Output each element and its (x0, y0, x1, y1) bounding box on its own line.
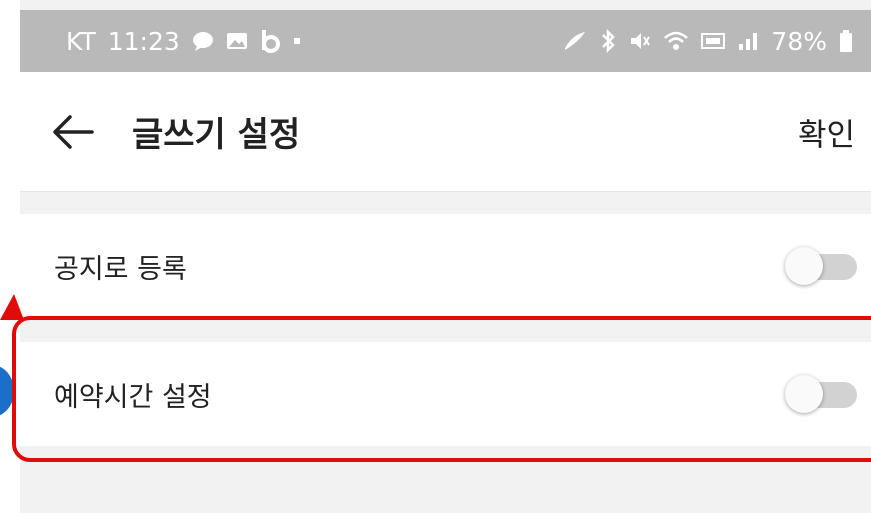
toggle-knob (785, 375, 823, 413)
gallery-icon (226, 31, 248, 51)
carrier-label: KT (66, 26, 96, 56)
setting-label-notice: 공지로 등록 (54, 253, 187, 285)
confirm-button[interactable]: 확인 (798, 109, 855, 154)
nfc-icon (563, 30, 587, 52)
setting-row-schedule[interactable]: 예약시간 설정 (20, 342, 871, 446)
dot-icon (292, 36, 302, 46)
battery-icon (839, 29, 853, 53)
setting-label-schedule: 예약시간 설정 (54, 381, 212, 413)
battery-percent: 78% (771, 26, 827, 56)
schedule-toggle[interactable] (785, 374, 857, 414)
signal-icon (737, 30, 759, 52)
wifi-icon (663, 30, 689, 52)
annotation-arrow (0, 294, 24, 320)
mute-icon (629, 30, 651, 52)
app-header: 글쓰기 설정 확인 (20, 72, 871, 192)
lte-icon (701, 31, 726, 51)
status-bar: KT 11:23 78% (20, 10, 871, 72)
phone-screen: KT 11:23 78% 글쓰기 설정 확인 공지로 등록 예약시간 설정 (20, 0, 871, 513)
band-icon (260, 29, 280, 53)
step-marker (0, 365, 14, 417)
bluetooth-icon (599, 29, 617, 53)
toggle-knob (785, 247, 823, 285)
notice-toggle[interactable] (785, 246, 857, 286)
chat-bubble-icon (192, 31, 214, 51)
page-title: 글쓰기 설정 (132, 115, 301, 155)
clock: 11:23 (107, 26, 180, 56)
setting-row-notice[interactable]: 공지로 등록 (20, 214, 871, 318)
status-bar-left: KT 11:23 (66, 27, 302, 56)
back-arrow-icon[interactable] (50, 112, 98, 152)
status-bar-right: 78% (563, 27, 853, 56)
